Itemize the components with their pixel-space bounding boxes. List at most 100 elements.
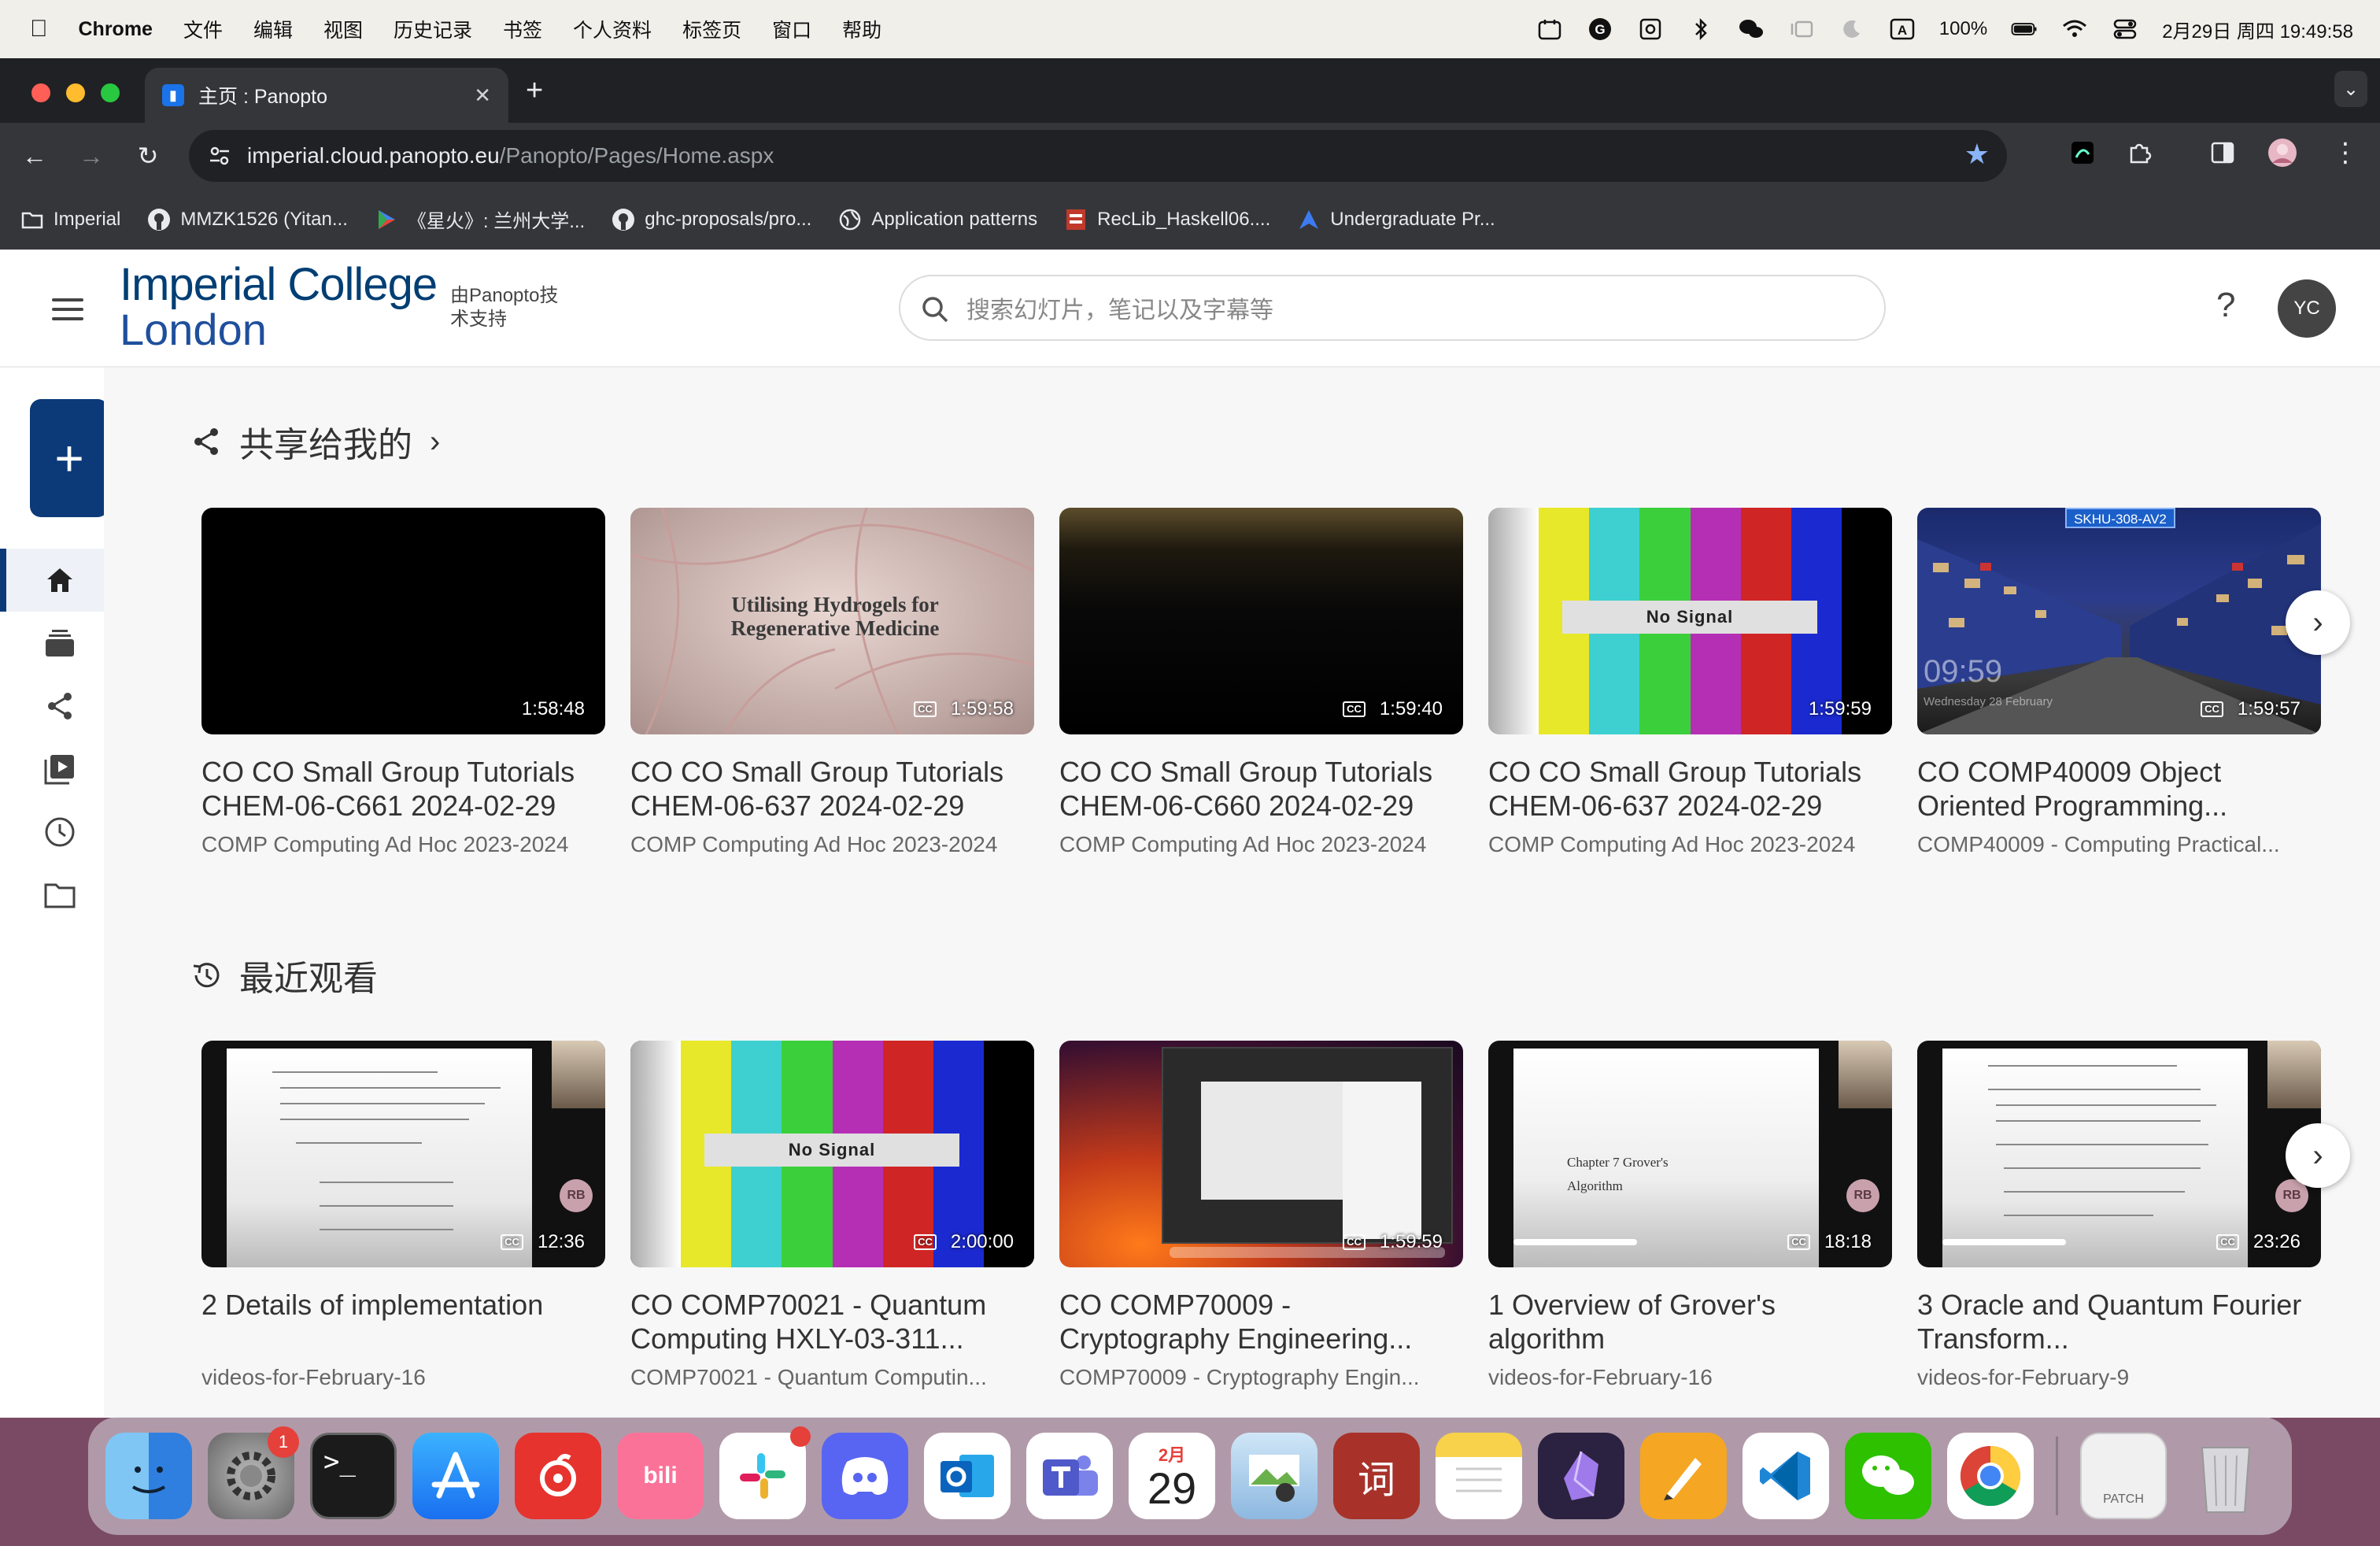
control-center-icon[interactable]	[2112, 17, 2138, 41]
battery-icon[interactable]	[2011, 17, 2038, 41]
bluetooth-icon[interactable]	[1687, 17, 1714, 41]
menu-file[interactable]: 文件	[183, 15, 223, 43]
system-settings-icon[interactable]: 1	[208, 1426, 299, 1519]
obsidian-icon[interactable]	[1538, 1433, 1624, 1519]
video-thumbnail[interactable]: No Signal CC 2:00:00	[630, 1041, 1034, 1267]
menu-profiles[interactable]: 个人资料	[573, 15, 652, 43]
video-title[interactable]: 3 Oracle and Quantum Fourier Transform..…	[1917, 1288, 2321, 1356]
video-folder[interactable]: COMP Computing Ad Hoc 2023-2024	[1488, 832, 1892, 857]
sidebar-item-folders[interactable]	[0, 864, 110, 926]
create-button[interactable]: +	[30, 399, 109, 517]
user-avatar[interactable]: YC	[2278, 279, 2336, 338]
carousel-next-button[interactable]: ›	[2286, 1123, 2350, 1188]
slack-icon[interactable]	[719, 1426, 811, 1519]
bookmark-imperial[interactable]: Imperial	[20, 208, 120, 231]
chrome-menu-icon[interactable]: ⋮	[2330, 137, 2361, 168]
imperial-logo[interactable]: Imperial College London	[120, 262, 438, 352]
pages-icon[interactable]	[1640, 1433, 1727, 1519]
video-folder[interactable]: COMP40009 - Computing Practical...	[1917, 832, 2321, 857]
video-thumbnail[interactable]: RB CC 23:26	[1917, 1041, 2321, 1267]
bookmark-xinghuo[interactable]: 《星火》: 兰州大学...	[375, 205, 585, 233]
bookmark-application-patterns[interactable]: Application patterns	[838, 208, 1037, 231]
bookmark-ghc-proposals[interactable]: ghc-proposals/pro...	[612, 208, 811, 231]
sidebar-item-subscriptions[interactable]	[0, 612, 110, 675]
sidebar-item-home[interactable]	[0, 549, 110, 612]
sidebar-item-history[interactable]	[0, 801, 110, 864]
menu-edit[interactable]: 编辑	[253, 15, 293, 43]
video-folder[interactable]: COMP Computing Ad Hoc 2023-2024	[630, 832, 1034, 857]
video-card[interactable]: RB CC 12:36 2 Details of implementation v…	[201, 1041, 605, 1390]
video-folder[interactable]: videos-for-February-9	[1917, 1365, 2321, 1390]
apple-icon[interactable]: 	[30, 16, 48, 43]
video-title[interactable]: CO CO Small Group Tutorials CHEM-06-C660…	[1059, 755, 1463, 823]
bookmark-undergraduate[interactable]: Undergraduate Pr...	[1297, 208, 1495, 231]
menubar-clock[interactable]: 2月29日 周四 19:49:58	[2162, 16, 2353, 43]
video-title[interactable]: CO CO Small Group Tutorials CHEM-06-637 …	[1488, 755, 1892, 823]
carousel-next-button[interactable]: ›	[2286, 590, 2350, 655]
close-window-button[interactable]	[31, 83, 50, 102]
forward-button[interactable]: →	[76, 140, 107, 172]
video-title[interactable]: CO CO Small Group Tutorials CHEM-06-C661…	[201, 755, 605, 823]
video-title[interactable]: CO COMP70021 - Quantum Computing HXLY-03…	[630, 1288, 1034, 1356]
bookmark-star-icon[interactable]: ★	[1964, 138, 1990, 171]
office-tray-icon[interactable]	[1637, 17, 1664, 41]
bookmark-mmzk[interactable]: MMZK1526 (Yitan...	[147, 208, 348, 231]
chrome-icon[interactable]	[1947, 1433, 2034, 1519]
calendar-tray-icon[interactable]	[1536, 17, 1563, 41]
patch-file-icon[interactable]: PATCH	[2080, 1433, 2167, 1519]
video-thumbnail[interactable]: SKHU-308-AV2 09:59 Wednesday 28 February…	[1917, 508, 2321, 734]
video-thumbnail[interactable]: RB CC 12:36	[201, 1041, 605, 1267]
video-folder[interactable]: COMP Computing Ad Hoc 2023-2024	[201, 832, 605, 857]
netease-music-icon[interactable]	[515, 1433, 601, 1519]
video-title[interactable]: CO COMP40009 Object Oriented Programming…	[1917, 755, 2321, 823]
video-thumbnail[interactable]: Utilising Hydrogels for Regenerative Med…	[630, 508, 1034, 734]
video-thumbnail[interactable]: CC 1:59:40	[1059, 508, 1463, 734]
menu-window[interactable]: 窗口	[772, 15, 811, 43]
profile-avatar-icon[interactable]	[2267, 137, 2298, 168]
video-title[interactable]: CO COMP70009 - Cryptography Engineering.…	[1059, 1288, 1463, 1356]
wechat-icon[interactable]	[1845, 1433, 1931, 1519]
calendar-icon[interactable]: 2月 29	[1129, 1433, 1215, 1519]
help-icon[interactable]: ?	[2216, 286, 2235, 325]
video-card[interactable]: No Signal CC 2:00:00 CO COMP70021 - Quant…	[630, 1041, 1034, 1390]
search-input[interactable]: 搜索幻灯片，笔记以及字幕等	[899, 275, 1886, 341]
preview-icon[interactable]	[1231, 1433, 1318, 1519]
dictionary-icon[interactable]: 词	[1333, 1433, 1420, 1519]
new-tab-button[interactable]: +	[526, 74, 543, 108]
trash-icon[interactable]	[2182, 1433, 2269, 1519]
site-info-icon[interactable]	[208, 144, 231, 168]
menu-tab[interactable]: 标签页	[682, 15, 741, 43]
notes-icon[interactable]	[1436, 1433, 1522, 1519]
menu-app-name[interactable]: Chrome	[79, 18, 153, 41]
video-thumbnail[interactable]: CC 1:59:59	[1059, 1041, 1463, 1267]
browser-tab-active[interactable]: ▮ 主页 : Panopto ✕	[145, 68, 508, 123]
maximize-window-button[interactable]	[101, 83, 120, 102]
video-card[interactable]: SKHU-308-AV2 09:59 Wednesday 28 February…	[1917, 508, 2321, 857]
teams-icon[interactable]	[1026, 1433, 1113, 1519]
video-title[interactable]: 1 Overview of Grover's algorithm	[1488, 1288, 1892, 1356]
wifi-icon[interactable]	[2061, 17, 2088, 41]
moon-icon[interactable]	[1839, 17, 1865, 41]
menu-history[interactable]: 历史记录	[394, 15, 472, 43]
close-tab-icon[interactable]: ✕	[474, 83, 491, 108]
video-title[interactable]: CO CO Small Group Tutorials CHEM-06-637 …	[630, 755, 1034, 823]
menu-bookmarks[interactable]: 书签	[503, 15, 542, 43]
video-folder[interactable]: videos-for-February-16	[1488, 1365, 1892, 1390]
menu-help[interactable]: 帮助	[842, 15, 881, 43]
section-shared-header[interactable]: 共享给我的 ›	[190, 416, 440, 467]
video-thumbnail[interactable]: No Signal 1:59:59	[1488, 508, 1892, 734]
grammarly-icon[interactable]: G	[1587, 17, 1613, 41]
tab-search-button[interactable]: ⌄	[2334, 71, 2367, 107]
finder-icon[interactable]	[105, 1433, 192, 1519]
video-card[interactable]: CC 1:59:40 CO CO Small Group Tutorials CH…	[1059, 508, 1463, 857]
video-card[interactable]: 1:58:48 CO CO Small Group Tutorials CHEM…	[201, 508, 605, 857]
outlook-icon[interactable]	[924, 1433, 1011, 1519]
bookmark-reclib[interactable]: RecLib_Haskell06....	[1064, 208, 1270, 231]
video-card[interactable]: CC 1:59:59 CO COMP70009 - Cryptography En…	[1059, 1041, 1463, 1390]
side-panel-icon[interactable]	[2207, 137, 2238, 168]
input-method-icon[interactable]: A	[1889, 17, 1916, 41]
video-folder[interactable]: videos-for-February-16	[201, 1365, 605, 1390]
hamburger-menu-icon[interactable]	[52, 298, 83, 320]
extensions-puzzle-icon[interactable]	[2123, 137, 2155, 168]
bilibili-icon[interactable]: bili	[617, 1433, 704, 1519]
